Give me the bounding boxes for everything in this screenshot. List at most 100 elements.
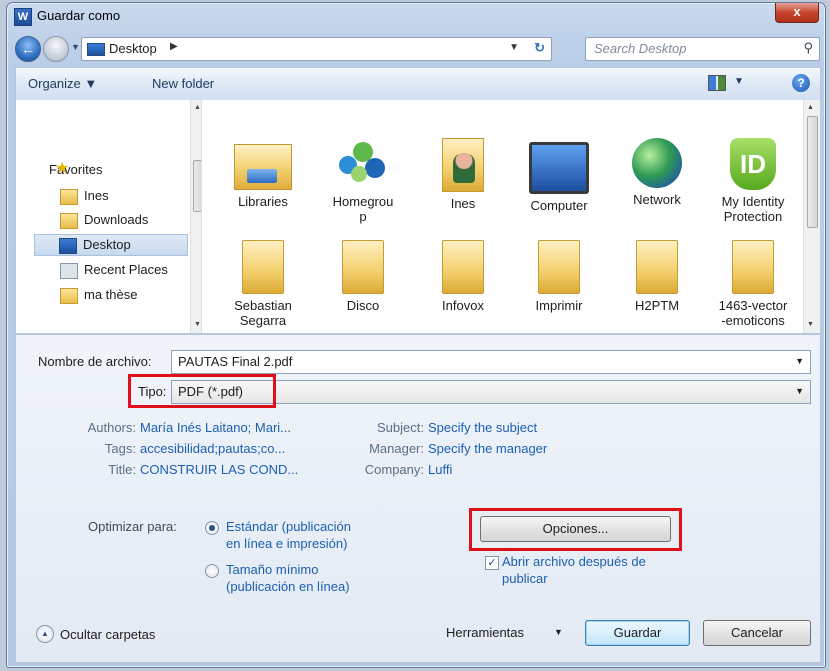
identity-shortcut-icon: ID <box>730 138 776 190</box>
refresh-icon[interactable]: ↻ <box>534 40 545 56</box>
optimize-minimum-radio[interactable] <box>205 564 219 578</box>
tags-value[interactable]: accesibilidad;pautas;co... <box>140 441 285 456</box>
manager-label: Manager: <box>369 441 424 456</box>
chevron-down-icon[interactable]: ▼ <box>795 356 804 366</box>
command-toolbar: Organize ▼ New folder ▼ ? <box>15 67 821 101</box>
folder-icon <box>732 240 774 294</box>
computer-icon <box>529 142 589 194</box>
libraries-icon <box>234 144 292 190</box>
breadcrumb-arrow-icon[interactable]: ▶ <box>170 41 178 52</box>
company-value[interactable]: Luffi <box>428 462 452 477</box>
folder-icon <box>442 240 484 294</box>
file-item-homegroup[interactable]: Homegrou p <box>316 138 410 224</box>
sidebar-item-desktop[interactable]: Desktop <box>34 234 188 256</box>
scroll-up-icon[interactable]: ▲ <box>194 104 201 111</box>
title-value[interactable]: CONSTRUIR LAS COND... <box>140 462 298 477</box>
file-item-infovox[interactable]: Infovox <box>416 240 510 313</box>
downloads-icon <box>60 212 78 229</box>
open-after-publish-checkbox[interactable]: ✓ <box>485 556 499 570</box>
recent-locations-dropdown-icon[interactable]: ▼ <box>71 42 80 52</box>
sidebar-item-ma-these[interactable]: ma thèse <box>60 285 208 305</box>
sidebar-item-downloads[interactable]: Downloads <box>60 210 208 230</box>
file-item-libraries[interactable]: Libraries <box>216 138 310 209</box>
address-dropdown-icon[interactable]: ▼ <box>509 42 519 53</box>
authors-value[interactable]: María Inés Laitano; Mari... <box>140 420 291 435</box>
file-label: Sebastian Segarra <box>234 298 292 328</box>
file-label: Libraries <box>238 194 288 209</box>
back-button[interactable]: ← <box>15 36 41 62</box>
file-item-1463-vector-emoticons[interactable]: 1463-vector -emoticons <box>706 240 800 328</box>
homegroup-icon <box>335 138 391 190</box>
scroll-up-icon[interactable]: ▲ <box>807 104 814 111</box>
filename-label: Nombre de archivo: <box>38 354 152 369</box>
new-folder-button[interactable]: New folder <box>152 76 214 91</box>
organize-button[interactable]: Organize ▼ <box>28 76 97 91</box>
address-bar[interactable]: Desktop ▶ ▼ ↻ <box>81 37 552 61</box>
title-label: Title: <box>108 462 136 477</box>
desktop-icon <box>87 43 105 56</box>
file-item-computer[interactable]: Computer <box>512 138 606 213</box>
word-app-icon: W <box>14 8 32 26</box>
filename-field[interactable]: PAUTAS Final 2.pdf ▼ <box>171 350 811 374</box>
subject-value[interactable]: Specify the subject <box>428 420 537 435</box>
save-as-dialog: W Guardar como x ← → ▼ Desktop ▶ ▼ ↻ Sea… <box>6 2 826 668</box>
sidebar-item-label: Ines <box>84 188 109 203</box>
hide-folders-button[interactable]: Ocultar carpetas <box>60 627 155 642</box>
file-item-h2ptm[interactable]: H2PTM <box>610 240 704 313</box>
file-label: Disco <box>346 298 380 313</box>
search-input[interactable]: Search Desktop ⚲ <box>585 37 820 61</box>
file-item-disco[interactable]: Disco <box>316 240 410 313</box>
open-after-publish-label[interactable]: Abrir archivo después de publicar <box>502 553 646 587</box>
scroll-thumb[interactable] <box>807 116 818 228</box>
optimize-standard-radio[interactable] <box>205 521 219 535</box>
scroll-down-icon[interactable]: ▼ <box>807 321 814 328</box>
folder-icon <box>60 287 78 304</box>
folder-icon <box>538 240 580 294</box>
file-item-ines[interactable]: Ines <box>416 138 510 211</box>
optimize-minimum-label[interactable]: Tamaño mínimo (publicación en línea) <box>226 561 350 595</box>
file-item-imprimir[interactable]: Imprimir <box>512 240 606 313</box>
change-view-icon[interactable] <box>708 75 726 91</box>
search-placeholder: Search Desktop <box>594 41 687 56</box>
view-dropdown-icon[interactable]: ▼ <box>734 76 744 87</box>
highlight-box-type <box>128 374 276 408</box>
company-label: Company: <box>364 462 424 477</box>
file-item-network[interactable]: Network <box>610 138 704 207</box>
highlight-box-options <box>469 508 682 551</box>
chevron-down-icon[interactable]: ▼ <box>795 386 804 396</box>
sidebar-item-favorites[interactable]: ★ Favorites <box>41 160 189 180</box>
tags-label: Tags: <box>104 441 136 456</box>
save-options-panel: Nombre de archivo: PAUTAS Final 2.pdf ▼ … <box>15 334 821 663</box>
desktop-icon <box>59 237 77 254</box>
file-item-sebastian-segarra[interactable]: Sebastian Segarra <box>216 240 310 328</box>
sidebar-item-recent-places[interactable]: Recent Places <box>60 260 208 280</box>
title-bar[interactable]: W Guardar como x <box>7 3 825 31</box>
sidebar-item-ines[interactable]: Ines <box>60 186 208 206</box>
authors-label: Authors: <box>87 420 136 435</box>
address-location[interactable]: Desktop <box>109 41 157 56</box>
search-icon[interactable]: ⚲ <box>803 40 813 56</box>
filename-value[interactable]: PAUTAS Final 2.pdf <box>178 354 292 369</box>
file-label: Ines <box>450 196 476 211</box>
optimize-standard-label[interactable]: Estándar (publicación en línea e impresi… <box>226 518 351 552</box>
tools-dropdown-icon[interactable]: ▼ <box>554 627 563 637</box>
file-list: Libraries Homegrou p Ines Computer Netwo… <box>201 100 820 333</box>
file-list-scrollbar[interactable]: ▲ ▼ <box>803 100 820 333</box>
scroll-down-icon[interactable]: ▼ <box>194 321 201 328</box>
file-label: Homegrou p <box>332 194 394 224</box>
save-button[interactable]: Guardar <box>585 620 690 646</box>
cancel-button[interactable]: Cancelar <box>703 620 811 646</box>
tools-button[interactable]: Herramientas <box>446 625 524 640</box>
file-item-my-identity-protection[interactable]: ID My Identity Protection <box>706 138 800 224</box>
file-label: My Identity Protection <box>721 194 785 224</box>
file-label: 1463-vector -emoticons <box>718 298 788 328</box>
manager-value[interactable]: Specify the manager <box>428 441 547 456</box>
address-row: ← → ▼ Desktop ▶ ▼ ↻ Search Desktop ⚲ <box>15 34 820 64</box>
network-icon <box>632 138 682 188</box>
close-button[interactable]: x <box>775 3 819 23</box>
forward-button[interactable]: → <box>43 36 69 62</box>
sidebar-item-label: Recent Places <box>84 262 168 277</box>
folder-icon <box>636 240 678 294</box>
collapse-icon[interactable]: ▲ <box>36 625 54 643</box>
help-icon[interactable]: ? <box>792 74 810 92</box>
